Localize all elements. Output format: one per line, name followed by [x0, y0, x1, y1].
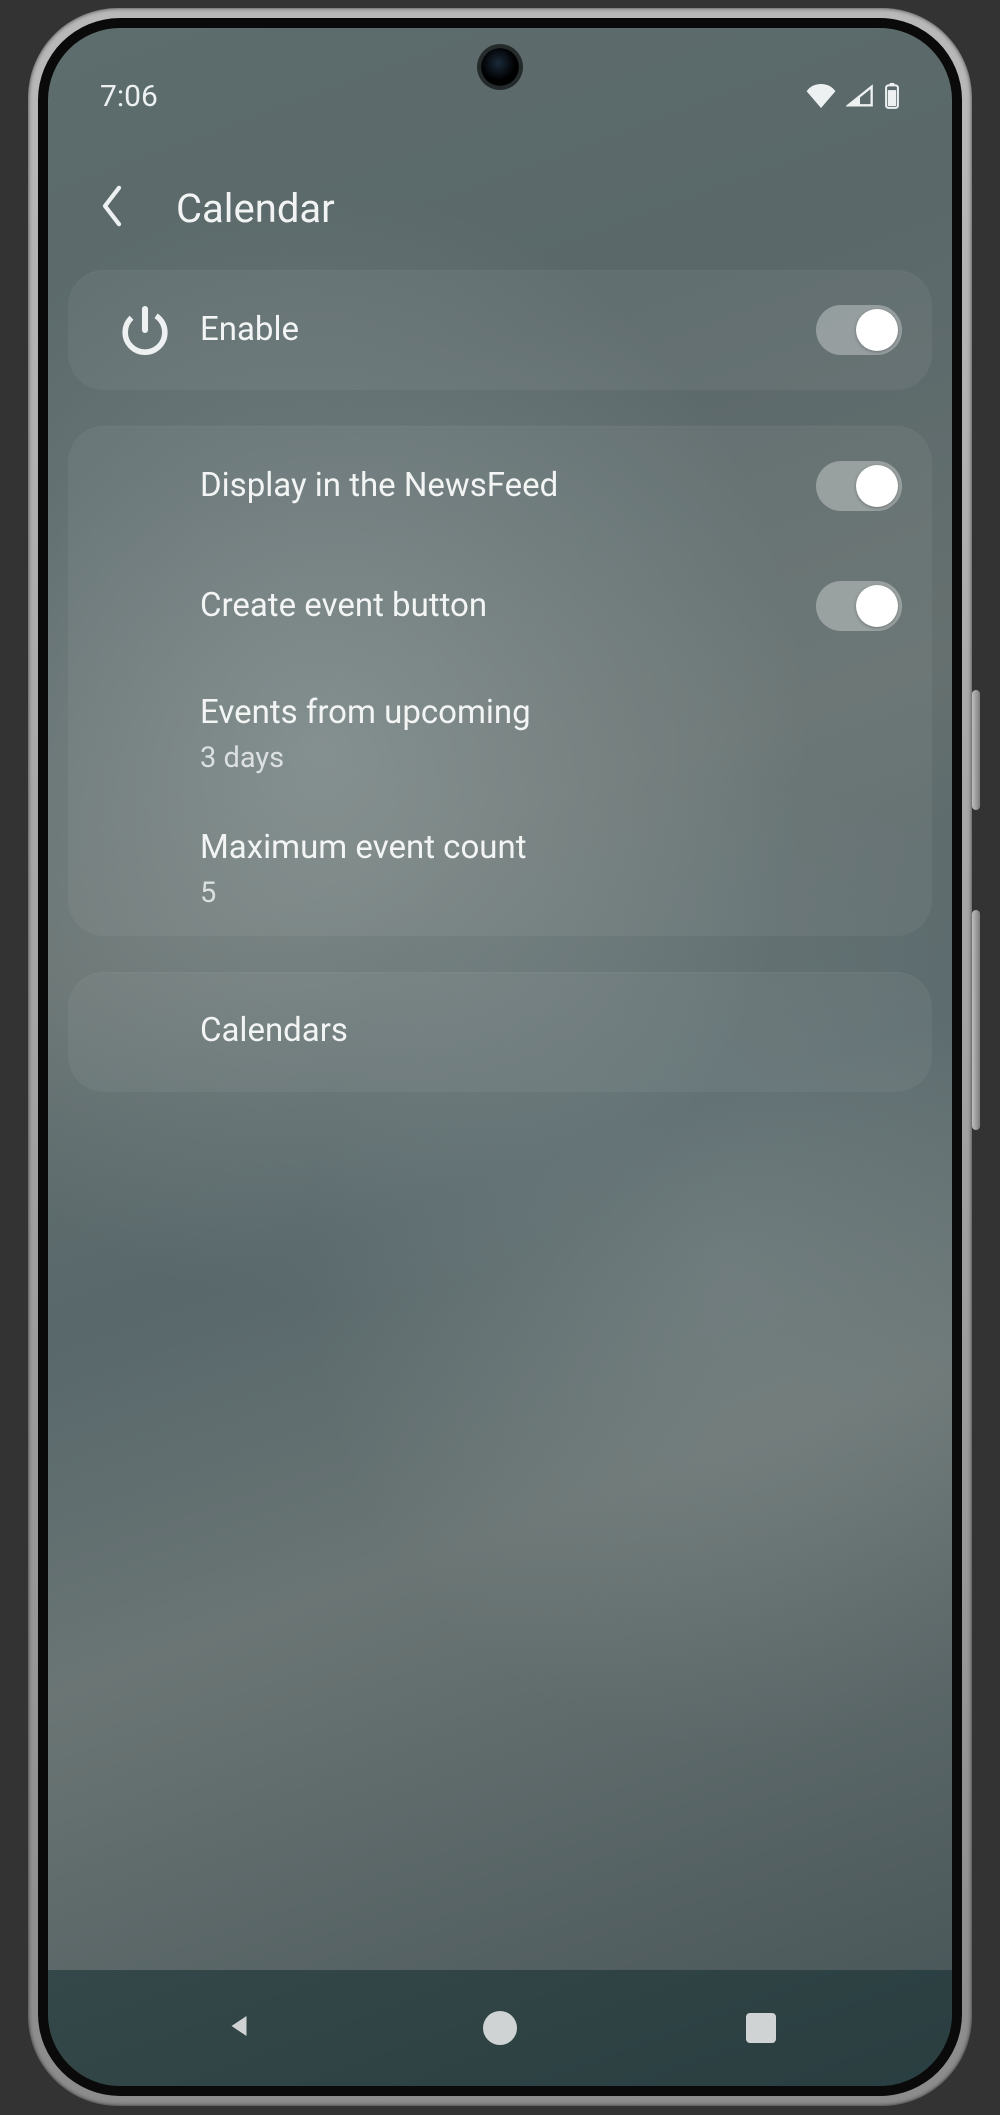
nav-home-button[interactable]	[440, 1992, 560, 2064]
enable-label: Enable	[200, 309, 806, 352]
enable-row[interactable]: Enable	[68, 270, 932, 390]
display-newsfeed-toggle[interactable]	[816, 461, 902, 511]
display-newsfeed-label: Display in the NewsFeed	[200, 465, 806, 508]
camera-notch	[481, 48, 519, 86]
device-frame-inner: 7:06	[38, 18, 962, 2096]
wifi-icon	[806, 84, 836, 108]
header: Calendar	[48, 158, 952, 258]
max-event-count-value: 5	[200, 876, 902, 910]
create-event-button-row[interactable]: Create event button	[68, 546, 932, 666]
page-title: Calendar	[176, 185, 335, 232]
settings-card: Display in the NewsFeed Create event but…	[68, 426, 932, 936]
events-upcoming-value: 3 days	[200, 741, 902, 775]
cell-signal-icon	[846, 84, 874, 108]
enable-card: Enable	[68, 270, 932, 390]
calendars-row[interactable]: Calendars	[68, 972, 932, 1092]
create-event-button-toggle[interactable]	[816, 581, 902, 631]
triangle-left-icon	[224, 2011, 254, 2045]
status-time: 7:06	[100, 79, 158, 114]
chevron-left-icon	[97, 185, 127, 231]
nav-recents-button[interactable]	[701, 1992, 821, 2064]
back-button[interactable]	[76, 172, 148, 244]
device-side-button-2	[972, 910, 980, 1130]
screen: 7:06	[48, 28, 952, 2086]
display-newsfeed-row[interactable]: Display in the NewsFeed	[68, 426, 932, 546]
square-icon	[746, 2013, 776, 2043]
circle-icon	[483, 2011, 517, 2045]
status-icons	[806, 83, 900, 109]
content: Enable Display in the NewsFeed	[68, 270, 932, 1128]
create-event-button-label: Create event button	[200, 585, 806, 628]
calendars-card: Calendars	[68, 972, 932, 1092]
nav-back-button[interactable]	[179, 1992, 299, 2064]
device-frame: 7:06	[28, 8, 972, 2106]
battery-icon	[884, 83, 900, 109]
events-upcoming-label: Events from upcoming	[200, 692, 902, 735]
enable-toggle[interactable]	[816, 305, 902, 355]
device-side-button-1	[972, 690, 980, 810]
calendars-label: Calendars	[200, 1010, 902, 1053]
navigation-bar	[48, 1970, 952, 2086]
max-event-count-label: Maximum event count	[200, 827, 902, 870]
events-upcoming-row[interactable]: Events from upcoming 3 days	[68, 666, 932, 801]
power-icon	[90, 302, 200, 358]
max-event-count-row[interactable]: Maximum event count 5	[68, 801, 932, 936]
